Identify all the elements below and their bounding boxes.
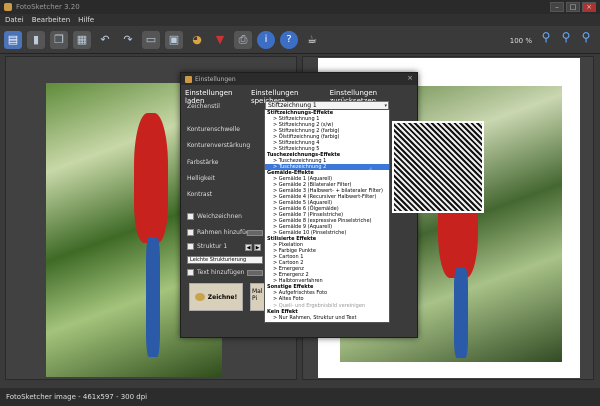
label-threshold: Konturenschwelle bbox=[187, 126, 240, 133]
zoom-out-icon[interactable]: ⚲ bbox=[578, 30, 594, 48]
save-icon[interactable]: ▮ bbox=[27, 30, 45, 49]
parrot-tail bbox=[146, 237, 160, 357]
draw-button[interactable]: Zeichne! bbox=[189, 283, 243, 311]
maximize-icon[interactable]: □ bbox=[566, 2, 580, 12]
soften-checkbox[interactable]: Weichzeichnen bbox=[187, 213, 242, 220]
label-contrast: Kontrast bbox=[187, 191, 213, 198]
minimize-icon[interactable]: – bbox=[550, 2, 564, 12]
zoom-level: 100 % bbox=[509, 37, 532, 45]
texture-checkbox[interactable]: Struktur 1 bbox=[187, 243, 227, 250]
palette-icon bbox=[194, 293, 205, 301]
paste-icon[interactable]: ▦ bbox=[73, 30, 91, 49]
checkbox-box bbox=[187, 269, 194, 276]
dialog-app-icon bbox=[185, 75, 192, 83]
menu-file[interactable]: Datei bbox=[5, 16, 24, 24]
undo-icon[interactable]: ↶ bbox=[96, 31, 114, 49]
palette-icon[interactable]: ◕ bbox=[188, 31, 206, 49]
text-label: Text hinzufügen bbox=[197, 269, 245, 276]
dialog-title: Einstellungen bbox=[195, 75, 236, 83]
text-checkbox[interactable]: Text hinzufügen bbox=[187, 269, 244, 276]
texture-select[interactable]: Leichte Strukturierung bbox=[187, 256, 263, 264]
menu-edit[interactable]: Bearbeiten bbox=[32, 16, 70, 24]
redo-icon[interactable]: ↷ bbox=[119, 31, 137, 49]
dropdown-option[interactable]: > Nur Rahmen, Struktur und Text bbox=[265, 315, 389, 321]
texture-select-value: Leichte Strukturierung bbox=[190, 257, 247, 263]
window-controls: – □ × bbox=[550, 2, 596, 12]
status-bar: FotoSketcher image - 461x597 - 300 dpi bbox=[0, 388, 600, 406]
window-title: FotoSketcher 3.20 bbox=[16, 3, 80, 11]
zoom-fit-icon[interactable]: ⚲ bbox=[558, 30, 574, 48]
coffee-icon[interactable]: ☕ bbox=[303, 31, 321, 49]
frame-options-button[interactable] bbox=[247, 230, 263, 236]
dialog-close-icon[interactable]: × bbox=[405, 74, 415, 83]
zoom-controls: ⚲ ⚲ ⚲ bbox=[538, 30, 594, 48]
close-icon[interactable]: × bbox=[582, 2, 596, 12]
soften-label: Weichzeichnen bbox=[197, 213, 242, 220]
style-preview-thumbnail bbox=[392, 121, 484, 213]
open-icon[interactable]: ▤ bbox=[4, 30, 22, 49]
style-select-value: Stiftzeichnung 1 bbox=[268, 102, 317, 109]
style-dropdown-list[interactable]: Stiftzeichnungs-Effekte > Stiftzeichnung … bbox=[264, 109, 390, 323]
title-bar: FotoSketcher 3.20 – □ × bbox=[0, 0, 600, 14]
paint-icon[interactable]: ▼ bbox=[211, 31, 229, 49]
label-reinforcement: Konturenverstärkung bbox=[187, 142, 251, 149]
dialog-titlebar: Einstellungen × bbox=[181, 73, 417, 85]
parrot-body bbox=[134, 113, 168, 243]
settings-icon[interactable]: ▣ bbox=[165, 30, 183, 49]
result-parrot-tail bbox=[454, 268, 468, 358]
label-color-strength: Farbstärke bbox=[187, 159, 219, 166]
help-icon[interactable]: ? bbox=[280, 30, 298, 49]
style-label: Zeichenstil bbox=[187, 103, 220, 110]
copy-icon[interactable]: ❐ bbox=[50, 30, 68, 49]
compare-icon[interactable]: ▭ bbox=[142, 30, 160, 49]
checkbox-box bbox=[187, 243, 194, 250]
menu-bar: Datei Bearbeiten Hilfe bbox=[0, 14, 600, 26]
mask-button-label: Mal Pi bbox=[252, 288, 263, 302]
menu-help[interactable]: Hilfe bbox=[78, 16, 94, 24]
print-icon[interactable]: ⎙ bbox=[234, 30, 252, 49]
checkbox-box bbox=[187, 229, 194, 236]
draw-button-label: Zeichne! bbox=[207, 293, 238, 301]
texture-next-button[interactable]: ▶ bbox=[254, 244, 261, 251]
checkbox-box bbox=[187, 213, 194, 220]
text-options-button[interactable] bbox=[247, 270, 263, 276]
label-brightness: Helligkeit bbox=[187, 175, 215, 182]
app-icon bbox=[4, 3, 12, 11]
zoom-in-icon[interactable]: ⚲ bbox=[538, 30, 554, 48]
status-text: FotoSketcher image - 461x597 - 300 dpi bbox=[6, 393, 148, 401]
mouse-cursor-icon: ☝ bbox=[367, 167, 373, 177]
texture-prev-button[interactable]: ◀ bbox=[245, 244, 252, 251]
info-icon[interactable]: i bbox=[257, 30, 275, 49]
texture-label: Struktur 1 bbox=[197, 243, 228, 250]
